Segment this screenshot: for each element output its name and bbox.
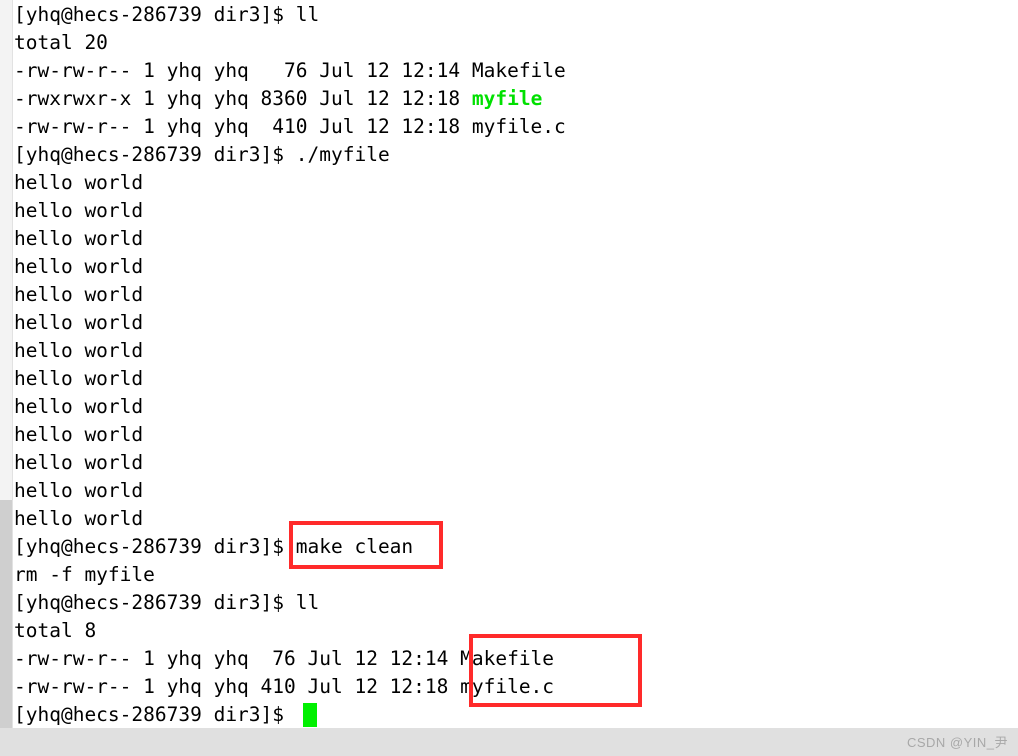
terminal-line: hello world (14, 507, 144, 530)
terminal-line: -rw-rw-r-- 1 yhq yhq 76 Jul 12 12:14 Mak… (14, 647, 555, 670)
screenshot-root: [yhq@hecs-286739 dir3]$ ll total 20 -rw-… (0, 0, 1018, 756)
terminal-line: hello world (14, 395, 144, 418)
terminal-line: -rw-rw-r-- 1 yhq yhq 410 Jul 12 12:18 my… (14, 675, 555, 698)
terminal-line: [yhq@hecs-286739 dir3]$ ll (14, 3, 320, 26)
bottom-bar (0, 728, 1018, 756)
terminal-line: hello world (14, 479, 144, 502)
terminal-line: hello world (14, 255, 144, 278)
terminal-line-prompt: [yhq@hecs-286739 dir3]$ (14, 703, 296, 726)
terminal-window[interactable]: [yhq@hecs-286739 dir3]$ ll total 20 -rw-… (0, 0, 1018, 728)
watermark-label: CSDN @YIN_尹 (906, 735, 1008, 750)
terminal-line: -rw-rw-r-- 1 yhq yhq 410 Jul 12 12:18 my… (14, 115, 566, 138)
terminal-line: hello world (14, 171, 144, 194)
terminal-cursor (303, 703, 317, 727)
terminal-line: hello world (14, 199, 144, 222)
terminal-line: hello world (14, 283, 144, 306)
terminal-line: [yhq@hecs-286739 dir3]$ ll (14, 591, 320, 614)
terminal-line: hello world (14, 367, 144, 390)
terminal-output: [yhq@hecs-286739 dir3]$ ll total 20 -rw-… (14, 1, 1014, 728)
terminal-line: total 8 (14, 619, 97, 642)
terminal-line-command: [yhq@hecs-286739 dir3]$ make clean (14, 535, 414, 558)
terminal-line-executable: -rwxrwxr-x 1 yhq yhq 8360 Jul 12 12:18 m… (14, 85, 1014, 113)
ls-entry-prefix: -rwxrwxr-x 1 yhq yhq 8360 Jul 12 12:18 (14, 87, 472, 110)
terminal-line: -rw-rw-r-- 1 yhq yhq 76 Jul 12 12:14 Mak… (14, 59, 566, 82)
terminal-line: hello world (14, 311, 144, 334)
scrollbar-thumb[interactable] (0, 500, 12, 728)
terminal-line: [yhq@hecs-286739 dir3]$ ./myfile (14, 143, 390, 166)
terminal-line: hello world (14, 451, 144, 474)
terminal-line: rm -f myfile (14, 563, 155, 586)
terminal-line: total 20 (14, 31, 108, 54)
terminal-line: hello world (14, 339, 144, 362)
terminal-scrollbar[interactable] (0, 0, 13, 728)
terminal-line: hello world (14, 423, 144, 446)
executable-filename: myfile (471, 87, 543, 110)
terminal-line: hello world (14, 227, 144, 250)
